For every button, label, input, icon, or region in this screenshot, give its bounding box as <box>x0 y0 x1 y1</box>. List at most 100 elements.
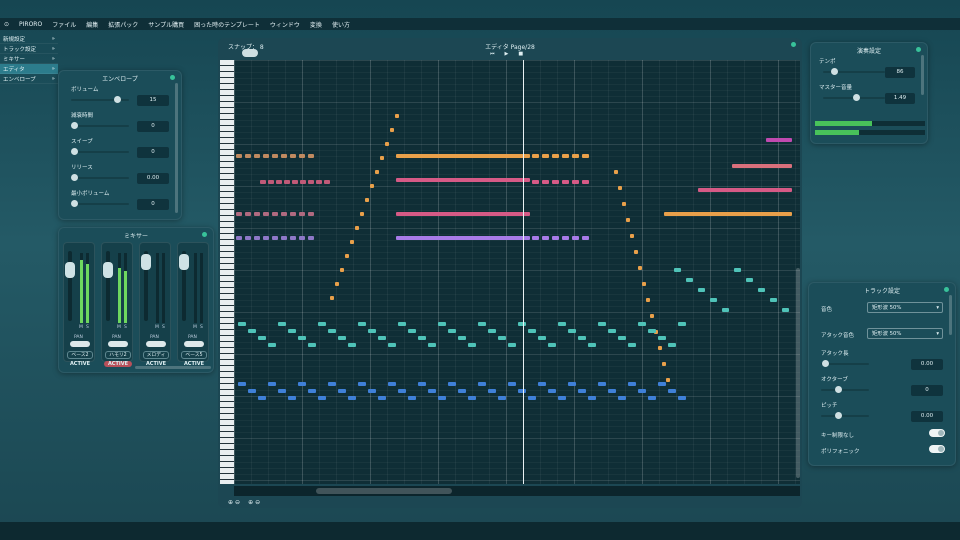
value-field[interactable]: 0 <box>137 199 169 210</box>
note[interactable] <box>532 236 539 240</box>
note[interactable] <box>528 329 536 333</box>
value-field[interactable]: 0 <box>137 121 169 132</box>
zoom-in-vertical-icon[interactable]: ⊕ <box>248 499 253 506</box>
note[interactable] <box>478 322 486 326</box>
note[interactable] <box>238 322 246 326</box>
note[interactable] <box>558 396 566 400</box>
polyphonic-toggle[interactable] <box>929 445 945 453</box>
active-button[interactable]: ACTIVE <box>142 361 170 367</box>
note[interactable] <box>348 396 356 400</box>
note[interactable] <box>562 236 569 240</box>
scrollbar[interactable] <box>949 295 952 335</box>
note[interactable] <box>248 329 256 333</box>
note[interactable] <box>263 212 269 216</box>
menu-help[interactable]: 使い方 <box>332 20 350 29</box>
slider-track[interactable] <box>821 412 869 419</box>
slider-knob[interactable] <box>114 96 122 103</box>
note[interactable] <box>558 322 566 326</box>
note[interactable] <box>428 343 436 347</box>
slider-knob[interactable] <box>853 94 861 101</box>
note[interactable] <box>498 336 506 340</box>
note[interactable] <box>328 329 336 333</box>
note[interactable] <box>258 336 266 340</box>
note[interactable] <box>388 343 396 347</box>
active-button[interactable]: ACTIVE <box>66 361 94 367</box>
slider-knob[interactable] <box>71 174 78 181</box>
slider-knob[interactable] <box>71 148 78 155</box>
nav-editor[interactable]: エディタ » <box>0 64 58 74</box>
note[interactable] <box>299 154 305 158</box>
note[interactable] <box>568 382 576 386</box>
note[interactable] <box>598 382 606 386</box>
menu-expansion[interactable]: 拡張パック <box>108 20 138 29</box>
note[interactable] <box>698 188 792 192</box>
note[interactable] <box>668 389 676 393</box>
note[interactable] <box>298 382 306 386</box>
play-icon[interactable]: ▶ <box>505 51 509 57</box>
note[interactable] <box>308 154 314 158</box>
note[interactable] <box>542 154 549 158</box>
note[interactable] <box>288 396 296 400</box>
pan-slider[interactable] <box>184 341 204 347</box>
note[interactable] <box>488 389 496 393</box>
menu-sample[interactable]: サンプル購買 <box>148 20 184 29</box>
menu-file[interactable]: ファイル <box>52 20 76 29</box>
note[interactable] <box>588 343 596 347</box>
note[interactable] <box>552 180 559 184</box>
fader-knob[interactable] <box>141 253 151 270</box>
note[interactable] <box>622 202 626 206</box>
attack-tone-select[interactable]: 矩形波 50% ▾ <box>867 328 943 339</box>
channel-name[interactable]: メロディ <box>143 351 169 359</box>
note[interactable] <box>328 382 336 386</box>
menu-edit[interactable]: 編集 <box>86 20 98 29</box>
note[interactable] <box>468 343 476 347</box>
note[interactable] <box>428 389 436 393</box>
note[interactable] <box>272 212 278 216</box>
note[interactable] <box>626 218 630 222</box>
note[interactable] <box>300 180 306 184</box>
note[interactable] <box>582 236 589 240</box>
slider-knob[interactable] <box>821 360 829 367</box>
note[interactable] <box>380 156 384 160</box>
note[interactable] <box>668 343 676 347</box>
note[interactable] <box>614 170 618 174</box>
pan-slider[interactable] <box>70 341 90 347</box>
note[interactable] <box>370 184 374 188</box>
note[interactable] <box>368 389 376 393</box>
note[interactable] <box>618 336 626 340</box>
zoom-in-icon[interactable]: ⊕ <box>228 499 233 506</box>
note[interactable] <box>628 382 636 386</box>
note[interactable] <box>608 329 616 333</box>
stop-icon[interactable]: ■ <box>518 51 523 57</box>
note[interactable] <box>318 322 326 326</box>
note[interactable] <box>281 236 287 240</box>
slider-track[interactable] <box>71 174 129 181</box>
mute-button[interactable]: M <box>193 325 197 330</box>
note[interactable] <box>538 382 546 386</box>
note[interactable] <box>308 212 314 216</box>
note[interactable] <box>272 236 278 240</box>
vertical-scrollbar[interactable] <box>796 268 800 478</box>
note[interactable] <box>568 329 576 333</box>
note[interactable] <box>782 308 789 312</box>
note[interactable] <box>658 336 666 340</box>
note[interactable] <box>290 236 296 240</box>
note[interactable] <box>618 186 622 190</box>
channel-name[interactable]: ベース5 <box>181 351 207 359</box>
note[interactable] <box>308 389 316 393</box>
note[interactable] <box>528 396 536 400</box>
note[interactable] <box>634 250 638 254</box>
tempo-slider[interactable] <box>823 68 885 75</box>
note[interactable] <box>268 343 276 347</box>
note[interactable] <box>245 236 251 240</box>
note[interactable] <box>345 254 349 258</box>
note[interactable] <box>686 278 693 282</box>
note[interactable] <box>638 322 646 326</box>
note[interactable] <box>278 322 286 326</box>
note[interactable] <box>254 212 260 216</box>
note[interactable] <box>698 288 705 292</box>
note[interactable] <box>418 382 426 386</box>
note[interactable] <box>290 212 296 216</box>
slider-track[interactable] <box>71 122 129 129</box>
note[interactable] <box>438 322 446 326</box>
